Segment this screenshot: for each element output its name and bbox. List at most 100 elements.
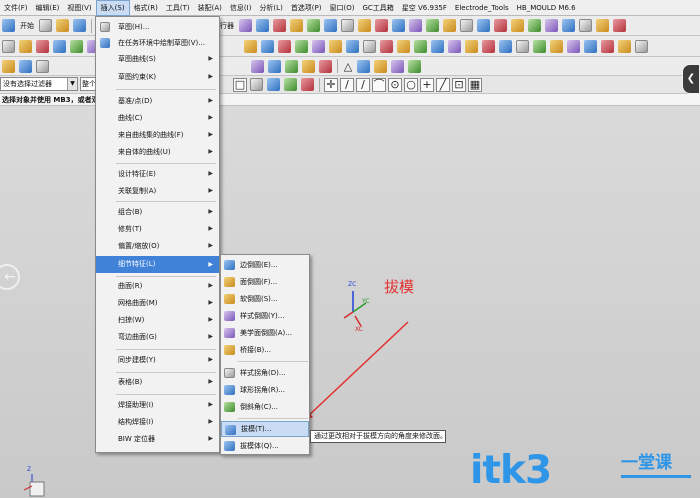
menu-item-biw-locator[interactable]: BIW 定位器 ▶ — [96, 432, 219, 446]
selection-filter-dropdown[interactable]: 没有选择过滤器 ▼ — [0, 77, 78, 91]
dimension-icon[interactable] — [635, 39, 648, 53]
start-icon[interactable] — [2, 19, 15, 32]
menu-item-curve[interactable]: 曲线(C) ▶ — [96, 111, 219, 125]
mesh-icon[interactable] — [584, 39, 597, 53]
menu-view[interactable]: 视图(V) — [63, 0, 95, 16]
arc-icon[interactable]: ⌒ — [372, 77, 386, 92]
revolve-icon[interactable] — [36, 39, 49, 53]
move-face-icon[interactable] — [448, 39, 461, 53]
rotate-icon[interactable] — [528, 19, 541, 32]
view-cube-icon[interactable] — [357, 59, 370, 73]
menu-tools[interactable]: 工具(T) — [162, 0, 194, 16]
quadrant-icon[interactable]: ⊡ — [452, 77, 466, 92]
tool-icon[interactable] — [374, 59, 387, 73]
menu-xingkong[interactable]: 星空 V6.935F — [398, 0, 451, 16]
start-button[interactable]: 开始 — [17, 21, 37, 31]
submenu-item-bridge[interactable]: 桥接(B)... — [221, 342, 309, 358]
split-body-icon[interactable] — [312, 39, 325, 53]
shaded-view-icon[interactable] — [324, 19, 337, 32]
triangle-icon[interactable]: △ — [341, 60, 355, 73]
color-icon[interactable] — [613, 19, 626, 32]
menu-item-curve-from-body[interactable]: 来自体的曲线(U) ▶ — [96, 145, 219, 159]
menu-item-sketch-curve[interactable]: 草图曲线(S) ▶ — [96, 52, 219, 66]
menu-item-surface[interactable]: 曲面(R) ▶ — [96, 279, 219, 293]
sew-icon[interactable] — [533, 39, 546, 53]
menu-item-flange-surface[interactable]: 弯边曲面(G) ▶ — [96, 330, 219, 344]
section-view-icon[interactable] — [392, 19, 405, 32]
delete-face-icon[interactable] — [482, 39, 495, 53]
mesh-grid-icon[interactable]: ▦ — [468, 77, 482, 92]
select-body-icon[interactable] — [301, 78, 314, 91]
menu-item-combine[interactable]: 组合(B) ▶ — [96, 205, 219, 219]
submenu-item-chamfer[interactable]: 倒斜角(C)... — [221, 399, 309, 415]
mould-icon[interactable] — [268, 59, 281, 73]
open-folder-icon[interactable] — [56, 19, 69, 32]
menu-item-mesh-surface[interactable]: 网格曲面(M) ▶ — [96, 296, 219, 310]
render-icon[interactable] — [409, 19, 422, 32]
thicken-icon[interactable] — [516, 39, 529, 53]
boss-icon[interactable] — [70, 39, 83, 53]
hide-icon[interactable] — [579, 19, 592, 32]
cavity-icon[interactable] — [302, 59, 315, 73]
menu-gc-toolbox[interactable]: GC工具箱 — [358, 0, 397, 16]
menu-item-design-feature[interactable]: 设计特征(E) ▶ — [96, 167, 219, 181]
menu-edit[interactable]: 编辑(E) — [32, 0, 64, 16]
menu-item-datum-point[interactable]: 基准/点(D) ▶ — [96, 94, 219, 108]
unite-icon[interactable] — [244, 39, 257, 53]
submenu-item-styled-corner[interactable]: 样式拐角(D)... — [221, 365, 309, 381]
snap-view-icon[interactable] — [358, 19, 371, 32]
rectangle-select-icon[interactable]: □ — [233, 77, 247, 92]
layer-icon[interactable] — [290, 19, 303, 32]
offset-face-icon[interactable] — [380, 39, 393, 53]
menu-assembly[interactable]: 装配(A) — [194, 0, 226, 16]
macro-icon[interactable] — [391, 59, 404, 73]
submenu-item-aesthetic-face-blend[interactable]: 美学面倒圆(A)... — [221, 325, 309, 341]
menu-insert[interactable]: 插入(S) — [95, 0, 130, 16]
menu-item-sketch-constraint[interactable]: 草图约束(K) ▶ — [96, 70, 219, 84]
menu-electrode-tools[interactable]: Electrode_Tools — [451, 0, 513, 16]
trim-body-icon[interactable] — [295, 39, 308, 53]
submenu-item-edge-blend[interactable]: 边倒圆(E)... — [221, 257, 309, 273]
save-icon[interactable] — [73, 19, 86, 32]
transform-icon[interactable] — [273, 19, 286, 32]
submenu-item-draft-body[interactable]: 拔模体(Q)... — [221, 438, 309, 454]
snap-point-icon[interactable] — [267, 78, 280, 91]
light-icon[interactable] — [443, 19, 456, 32]
grid-icon[interactable] — [460, 19, 473, 32]
menu-item-detail-feature[interactable]: 细节特征(L) ▶ — [96, 256, 219, 273]
menu-item-weld-assistant[interactable]: 焊接助理(I) ▶ — [96, 398, 219, 412]
orient-icon[interactable] — [477, 19, 490, 32]
select-face-icon[interactable] — [284, 78, 297, 91]
mirror-icon[interactable] — [431, 39, 444, 53]
chamfer-icon[interactable] — [346, 39, 359, 53]
submenu-item-face-blend[interactable]: 面倒圆(F)... — [221, 274, 309, 290]
select-all-icon[interactable] — [250, 78, 263, 91]
journal-icon[interactable] — [408, 59, 421, 73]
shell-icon[interactable] — [363, 39, 376, 53]
snap-grid-icon[interactable]: ✛ — [324, 77, 338, 92]
menu-analysis[interactable]: 分析(L) — [255, 0, 286, 16]
perspective-icon[interactable] — [562, 19, 575, 32]
pattern-icon[interactable] — [414, 39, 427, 53]
component-icon[interactable] — [19, 59, 32, 73]
line-icon[interactable]: / — [340, 77, 354, 92]
menu-information[interactable]: 信息(I) — [226, 0, 256, 16]
list-icon[interactable] — [36, 59, 49, 73]
menu-item-associative-copy[interactable]: 关联复制(A) ▶ — [96, 184, 219, 198]
zoom-icon[interactable] — [511, 19, 524, 32]
menu-item-curve-from-set[interactable]: 来自曲线集的曲线(F) ▶ — [96, 128, 219, 142]
parting-icon[interactable] — [319, 59, 332, 73]
menu-item-sketch[interactable]: 草图(H)... — [96, 20, 219, 34]
draft-icon[interactable] — [499, 39, 512, 53]
chevron-down-icon[interactable]: ▼ — [67, 78, 77, 90]
menu-item-sync-modeling[interactable]: 同步建模(Y) ▶ — [96, 353, 219, 367]
sweep-icon[interactable] — [601, 39, 614, 53]
menu-hb-mould[interactable]: HB_MOULD M6.6 — [513, 0, 580, 16]
fit-view-icon[interactable] — [494, 19, 507, 32]
camera-icon[interactable] — [426, 19, 439, 32]
submenu-item-styled-blend[interactable]: 样式倒圆(Y)... — [221, 308, 309, 324]
surface-icon[interactable] — [567, 39, 580, 53]
menu-item-table[interactable]: 表格(B) ▶ — [96, 375, 219, 389]
menu-item-offset-scale[interactable]: 偏置/缩放(O) ▶ — [96, 239, 219, 253]
patch-icon[interactable] — [550, 39, 563, 53]
